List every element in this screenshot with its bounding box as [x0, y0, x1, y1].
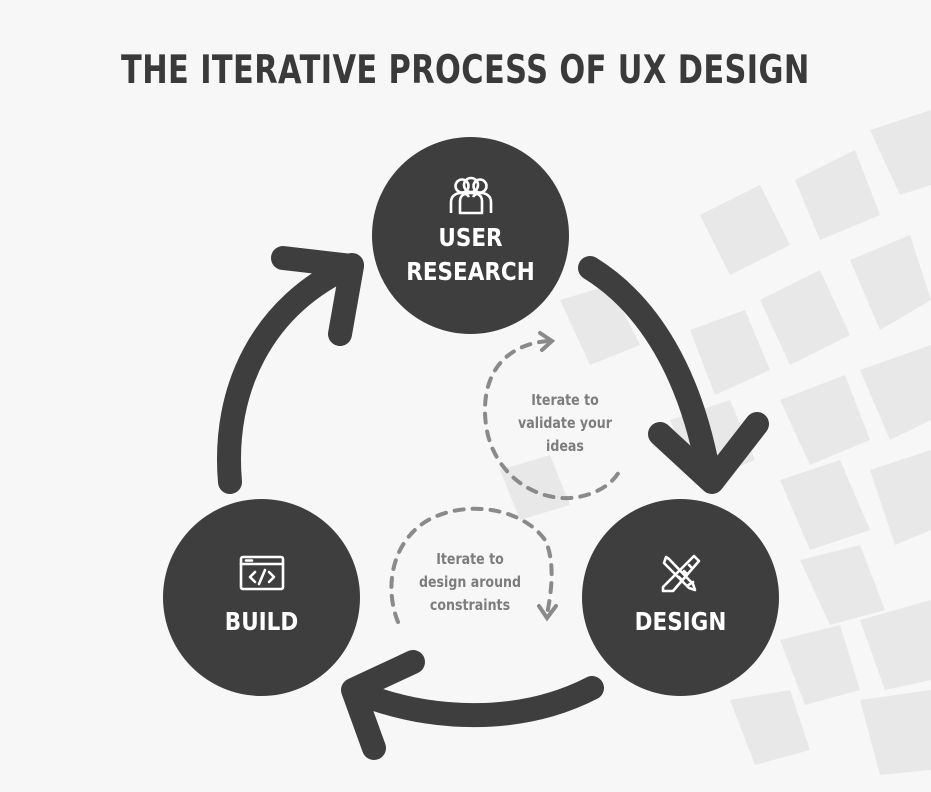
- pencil-ruler-icon: [661, 554, 701, 598]
- note-validate-line2: validate your: [518, 414, 612, 432]
- note-validate-line3: ideas: [546, 437, 584, 455]
- design-label: DESIGN: [634, 607, 727, 636]
- users-icon: [447, 175, 495, 219]
- arrow-build-to-research: [217, 253, 364, 494]
- user-research-node: USER RESEARCH: [372, 137, 569, 334]
- build-label: BUILD: [224, 607, 299, 636]
- code-window-icon: [239, 555, 285, 595]
- design-node: DESIGN: [582, 499, 779, 696]
- note-iterate-validate: Iterate to validate your ideas: [502, 389, 628, 458]
- user-research-label-line1: USER: [438, 223, 503, 252]
- note-iterate-constraints: Iterate to design around constraints: [407, 548, 533, 617]
- infographic-canvas: THE ITERATIVE PROCESS OF UX DESIGN USER …: [0, 0, 931, 792]
- arrow-design-to-build: [344, 676, 604, 728]
- note-constraints-line2: design around: [418, 573, 522, 591]
- cycle-arrows: [217, 246, 769, 760]
- note-validate-line1: Iterate to: [531, 391, 599, 409]
- note-constraints-line1: Iterate to: [436, 550, 504, 568]
- user-research-label-line2: RESEARCH: [406, 257, 535, 286]
- build-node: BUILD: [163, 499, 360, 696]
- user-research-label: USER RESEARCH: [386, 221, 555, 289]
- note-constraints-line3: constraints: [429, 596, 511, 614]
